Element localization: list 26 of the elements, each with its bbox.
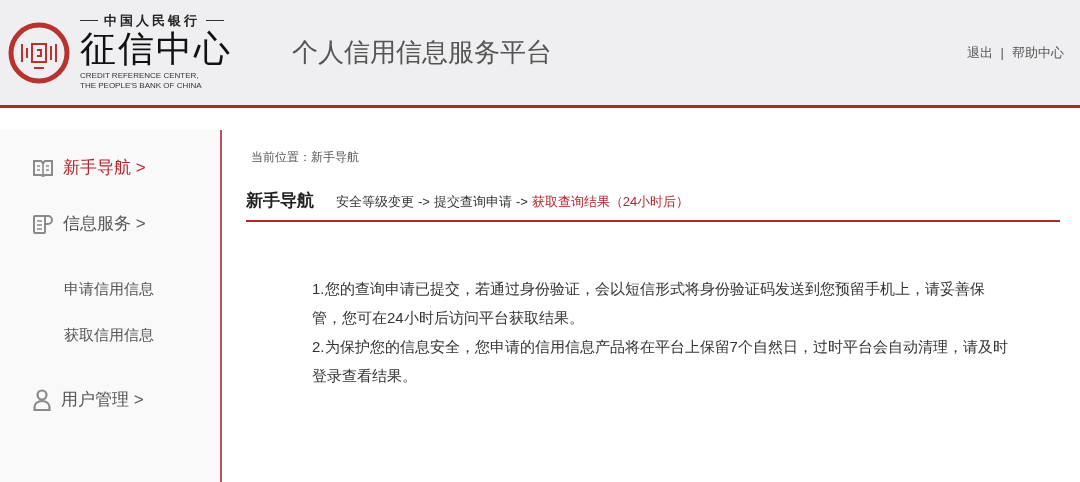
user-icon [33, 389, 51, 411]
step-arrow: -> [515, 193, 528, 211]
header-link[interactable]: 帮助中心 [1012, 42, 1064, 63]
breadcrumb: 当前位置：新手导航 [250, 149, 360, 166]
logo-name: 征信中心 [80, 27, 232, 71]
sidebar-subitem[interactable]: 申请信用信息 [33, 266, 220, 312]
step-label: 提交查询申请 [433, 193, 512, 211]
platform-title: 个人信用信息服务平台 [292, 36, 552, 69]
logo-english-text: CREDIT REFERENCE CENTER, [80, 71, 200, 81]
header-link[interactable]: 退出 [966, 42, 993, 63]
sidebar-item[interactable]: 信息服务 > [33, 196, 220, 252]
step-arrow: -> [418, 193, 430, 211]
notice-paragraph: 2.为保护您的信息安全，您申请的信用信息产品将在平台上保留7个自然日，过时平台会自动清理，请及时登录查看结果。 [312, 336, 1008, 386]
step-label: 安全等级变更 [336, 193, 414, 211]
document-icon [33, 214, 53, 234]
sidebar-item[interactable]: 新手导航 > [33, 140, 220, 196]
book-icon [33, 159, 53, 177]
bank-name: 中国人民银行 [104, 14, 200, 27]
sidebar-item[interactable]: 用户管理 > [33, 372, 220, 428]
notice-paragraph: 1.您的查询申请已提交，若通过身份验证，会以短信形式将身份验证码发送到您预留手机上，请妥善保管，您可在24小时后访问平台获取结果。 [312, 278, 986, 328]
sidebar-subitem[interactable]: 获取信用信息 [33, 312, 220, 358]
seal-logo-icon [8, 21, 70, 84]
separator: | [1000, 43, 1004, 62]
section-title: 新手导航 [246, 190, 314, 212]
step-label: 获取查询结果（24小时后） [531, 193, 690, 211]
logo-english-text: THE PEOPLE'S BANK OF CHINA [80, 81, 203, 91]
